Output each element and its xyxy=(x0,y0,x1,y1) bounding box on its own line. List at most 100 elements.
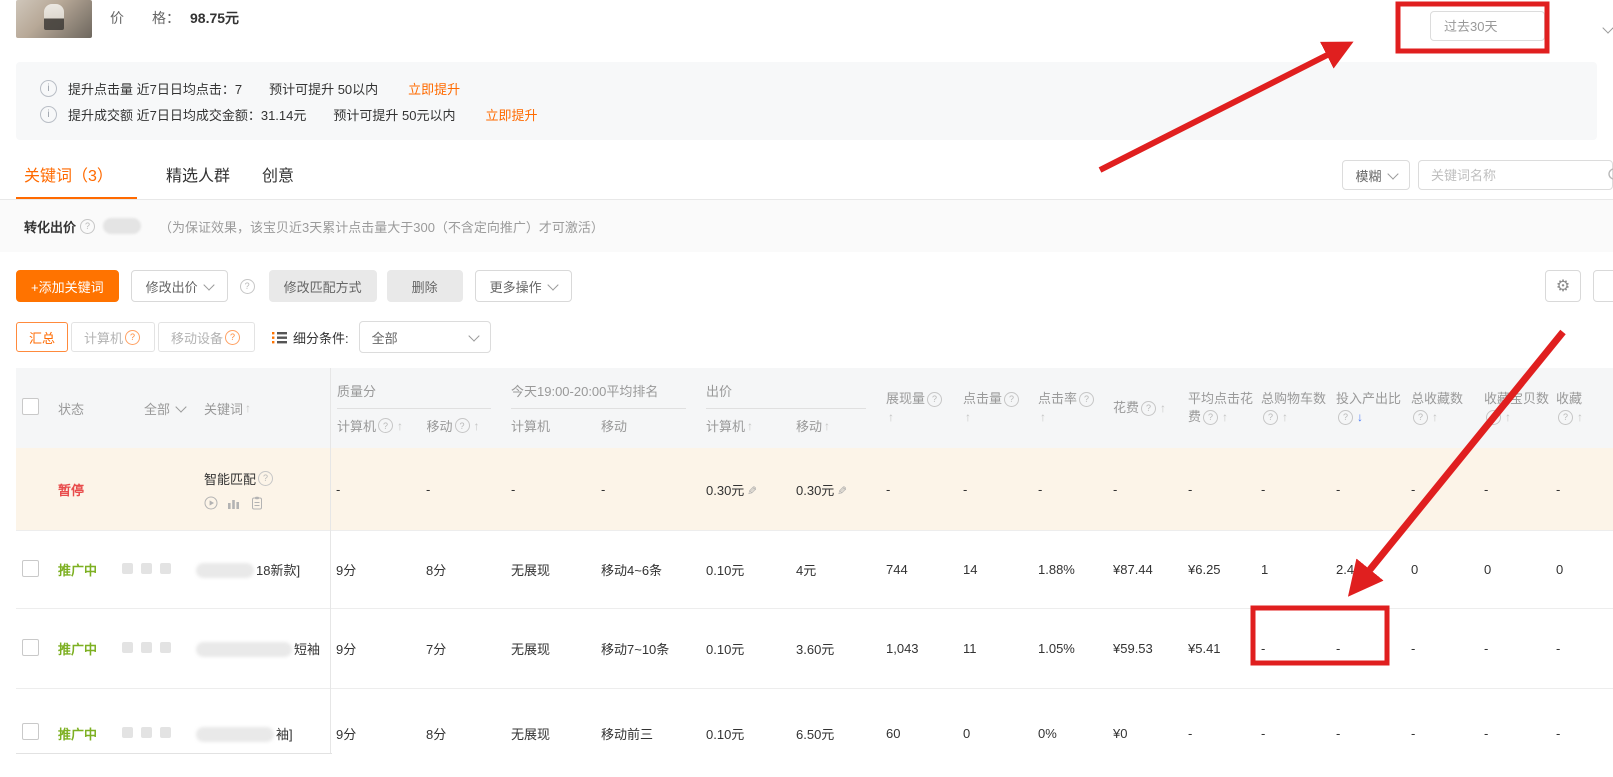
notice-clicks: i 提升点击量 近7日日均点击：7 预计可提升 50以内 立即提升 xyxy=(40,75,1597,101)
cell-ctr: 0% xyxy=(1032,726,1107,741)
edit-pencil-icon[interactable]: ✎ xyxy=(837,484,847,498)
row-checkbox[interactable] xyxy=(22,723,39,740)
sort-up-icon: ↑ xyxy=(888,408,894,426)
row-checkbox[interactable] xyxy=(22,560,39,577)
table-header: 状态 全部 关键词↑ 质量分 计算机?↑ 移动?↑ xyxy=(16,368,1613,448)
notice-sales: i 提升成交额 近7日日均成交金额：31.14元 预计可提升 50元以内 立即提… xyxy=(40,101,1597,127)
help-icon[interactable]: ? xyxy=(1203,410,1218,425)
status-badge: 暂停 xyxy=(58,483,84,498)
bar-chart-icon[interactable] xyxy=(227,496,241,510)
column-favorites-cut[interactable]: 收藏 ?↑ xyxy=(1550,368,1613,448)
column-keyword-sort[interactable]: 关键词↑ xyxy=(192,399,330,418)
delete-button[interactable]: 删除 xyxy=(387,270,463,302)
column-impressions[interactable]: 展现量? ↑ xyxy=(880,368,957,448)
divider xyxy=(337,408,491,409)
segment-select[interactable]: 全部 xyxy=(359,321,491,353)
select-all-checkbox[interactable] xyxy=(22,398,39,415)
boost-now-link[interactable]: 立即提升 xyxy=(485,105,537,124)
cell-rank-pc: 无展现 xyxy=(505,560,595,579)
cell-total-favorites: - xyxy=(1405,726,1478,741)
divider xyxy=(706,408,866,409)
cell-avg-cost: - xyxy=(1182,726,1255,741)
cell-roi: - xyxy=(1330,641,1405,656)
suggestion-panel: i 提升点击量 近7日日均点击：7 预计可提升 50以内 立即提升 i 提升成交… xyxy=(16,62,1597,140)
boost-now-link[interactable]: 立即提升 xyxy=(408,79,460,98)
column-quality-mobile[interactable]: 移动?↑ xyxy=(420,416,505,435)
help-icon[interactable]: ? xyxy=(1263,410,1278,425)
help-icon[interactable]: ? xyxy=(1486,410,1501,425)
cell-cost: ¥87.44 xyxy=(1107,562,1182,577)
help-icon[interactable]: ? xyxy=(225,330,240,345)
match-mode-select[interactable]: 模糊 xyxy=(1342,160,1410,190)
conversion-bid-toggle[interactable] xyxy=(103,218,141,234)
row-checkbox[interactable] xyxy=(22,639,39,656)
sort-up-icon: ↑ xyxy=(245,401,251,415)
chevron-down-icon[interactable] xyxy=(1597,20,1612,35)
search-icon[interactable] xyxy=(1607,167,1613,183)
column-group-quality: 质量分 计算机?↑ 移动?↑ xyxy=(330,368,505,448)
product-image[interactable] xyxy=(16,0,92,38)
date-range-select[interactable]: 过去30天 xyxy=(1430,11,1545,41)
help-icon[interactable]: ? xyxy=(1141,401,1156,416)
keyword-name: 18新款] xyxy=(192,560,330,579)
column-total-favorites[interactable]: 总收藏数 ?↑ xyxy=(1405,368,1478,448)
more-actions-button[interactable]: 更多操作 xyxy=(475,270,572,302)
edit-pencil-icon[interactable]: ✎ xyxy=(747,484,757,498)
help-icon[interactable]: ? xyxy=(240,279,255,294)
cell-bid-pc: 0.10元 xyxy=(700,639,790,658)
sort-up-icon: ↑ xyxy=(747,419,753,433)
column-bid-mobile[interactable]: 移动↑ xyxy=(790,416,880,435)
column-clicks[interactable]: 点击量? ↑ xyxy=(957,368,1032,448)
info-icon: i xyxy=(40,106,57,123)
cell-quality-pc: 9分 xyxy=(330,639,420,658)
help-icon[interactable]: ? xyxy=(378,418,393,433)
cell-bid-mobile: 6.50元 xyxy=(790,724,880,743)
column-favorite-items[interactable]: 收藏宝贝数 ?↑ xyxy=(1478,368,1550,448)
help-icon[interactable]: ? xyxy=(1558,410,1573,425)
column-settings-button[interactable]: ⚙ xyxy=(1545,270,1581,302)
redacted-icon xyxy=(160,642,171,653)
help-icon[interactable]: ? xyxy=(1413,410,1428,425)
tab-audience[interactable]: 精选人群 xyxy=(166,162,230,186)
edit-bid-button[interactable]: 修改出价 xyxy=(131,270,228,302)
status-filter[interactable]: 全部 xyxy=(116,399,192,418)
device-tab-pc[interactable]: 计算机? xyxy=(71,322,155,352)
column-bid-pc[interactable]: 计算机↑ xyxy=(700,416,790,435)
column-roi[interactable]: 投入产出比 ?↓ xyxy=(1330,368,1405,448)
help-icon[interactable]: ? xyxy=(1338,410,1353,425)
help-icon[interactable]: ? xyxy=(80,219,95,234)
cell-quality-pc: - xyxy=(330,482,420,497)
cell-roi: - xyxy=(1330,726,1405,741)
sort-up-icon: ↑ xyxy=(1505,408,1511,426)
add-keyword-button[interactable]: +添加关键词 xyxy=(16,270,119,302)
help-icon[interactable]: ? xyxy=(1079,392,1094,407)
clipboard-icon[interactable] xyxy=(250,496,264,510)
cell-avg-cost: - xyxy=(1182,482,1255,497)
device-tab-mobile[interactable]: 移动设备? xyxy=(158,322,255,352)
column-rank-pc: 计算机 xyxy=(505,416,595,435)
keyword-search-input[interactable] xyxy=(1419,168,1607,183)
tab-keywords[interactable]: 关键词（3） xyxy=(24,162,113,186)
help-icon[interactable]: ? xyxy=(455,418,470,433)
column-group-bid: 出价 计算机↑ 移动↑ xyxy=(700,381,880,435)
column-cost[interactable]: 花费?↑ xyxy=(1107,368,1182,448)
help-icon[interactable]: ? xyxy=(927,392,942,407)
help-icon[interactable]: ? xyxy=(1004,392,1019,407)
edit-match-type-button[interactable]: 修改匹配方式 xyxy=(269,270,377,302)
help-icon[interactable]: ? xyxy=(258,471,273,486)
cell-bid-mobile: 3.60元 xyxy=(790,639,880,658)
collapse-button[interactable] xyxy=(1593,270,1613,302)
column-quality-pc[interactable]: 计算机?↑ xyxy=(331,416,420,435)
gear-icon: ⚙ xyxy=(1556,276,1570,296)
device-tab-summary[interactable]: 汇总 xyxy=(16,322,68,352)
column-carts[interactable]: 总购物车数 ?↑ xyxy=(1255,368,1330,448)
help-icon[interactable]: ? xyxy=(125,330,140,345)
column-avg-cost[interactable]: 平均点击花 费?↑ xyxy=(1182,368,1255,448)
price-value: 98.75元 xyxy=(190,10,239,26)
play-circle-icon[interactable] xyxy=(204,496,218,510)
column-ctr[interactable]: 点击率? ↑ xyxy=(1032,368,1107,448)
cell-carts: - xyxy=(1255,641,1330,656)
tab-creative[interactable]: 创意 xyxy=(262,162,294,186)
cell-carts: - xyxy=(1255,482,1330,497)
price-label: 价 格： xyxy=(110,10,180,26)
